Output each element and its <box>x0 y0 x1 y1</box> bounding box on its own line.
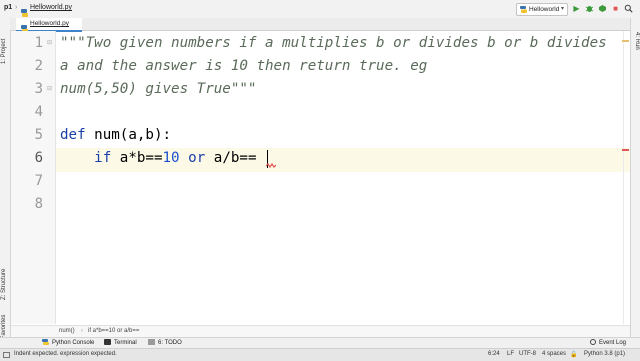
run-icon[interactable]: ▶ <box>572 4 581 13</box>
nav-file[interactable]: Helloworld.py <box>30 4 72 11</box>
breadcrumb-function[interactable]: num() <box>59 328 75 334</box>
breadcrumb-separator: › <box>81 328 83 334</box>
toggle-tool-windows-icon[interactable] <box>3 352 10 358</box>
python-file-icon <box>21 4 28 17</box>
line-number: 8 <box>34 196 43 212</box>
stop-icon[interactable]: ■ <box>611 4 620 13</box>
structure-tool-tab[interactable]: Z: Structure <box>1 269 7 300</box>
project-tool-tab[interactable]: 1: Project <box>1 39 7 64</box>
python-file-icon <box>21 20 28 33</box>
debug-icon[interactable] <box>585 4 594 13</box>
warning-stripe[interactable] <box>622 40 629 42</box>
line-number: 1 <box>34 35 43 51</box>
line-number: 3 <box>34 81 43 97</box>
error-underline <box>266 163 276 169</box>
code-line-2: a and the answer is 10 then return true.… <box>60 58 428 74</box>
python-interpreter[interactable]: Python 3.8 (p1) <box>584 351 625 357</box>
code-line-6: if a*b==10 or a/b== <box>94 150 257 166</box>
status-bar: Indent expected. expression expected. 6:… <box>0 348 640 361</box>
line-number: 7 <box>34 173 43 189</box>
event-log-button[interactable]: Event Log <box>590 339 626 346</box>
event-log-icon <box>590 339 596 345</box>
run-tool-tab[interactable]: 4: Run <box>634 32 640 50</box>
caret-position[interactable]: 6:24 <box>488 351 500 357</box>
file-encoding[interactable]: UTF-8 <box>519 351 536 357</box>
run-config-label: Helloworld <box>529 5 560 13</box>
run-configuration-dropdown[interactable]: Helloworld ▾ <box>516 3 568 16</box>
status-message: Indent expected. expression expected. <box>14 351 117 357</box>
tab-label: Helloworld.py <box>30 20 70 27</box>
fold-icon[interactable]: ⊟ <box>47 85 52 92</box>
terminal-button[interactable]: Terminal <box>104 339 137 346</box>
editor-tab-bar: Helloworld.py <box>10 18 630 33</box>
navigation-bar: p1 › Helloworld.py Helloworld ▾ ▶ ■ <box>0 0 640 19</box>
code-line-1: """Two given numbers if a multiplies b o… <box>60 35 607 51</box>
right-tool-strip: 4: Run <box>630 18 640 340</box>
python-console-button[interactable]: Python Console <box>42 339 94 346</box>
indent-setting[interactable]: 4 spaces <box>542 351 566 357</box>
line-number-current: 6 <box>34 150 43 166</box>
line-number-gutter[interactable]: 1 2 3 4 5 6 7 8 ⊟ ⊟ <box>11 31 55 324</box>
line-number: 2 <box>34 58 43 74</box>
fold-icon[interactable]: ⊟ <box>47 39 52 46</box>
right-margin-guide <box>623 31 624 324</box>
breadcrumb: num() › if a*b==10 or a/b== <box>11 325 630 337</box>
line-separator[interactable]: LF <box>507 351 514 357</box>
list-icon <box>148 339 155 345</box>
python-console-icon <box>42 339 49 345</box>
code-editor[interactable]: """Two given numbers if a multiplies b o… <box>56 31 623 324</box>
left-tool-strip: 1: Project Z: Structure 2: Favorites <box>0 18 11 346</box>
error-stripe[interactable] <box>622 149 629 151</box>
code-line-3: num(5,50) gives True""" <box>60 81 257 97</box>
nav-separator: › <box>15 4 18 11</box>
breadcrumb-statement[interactable]: if a*b==10 or a/b== <box>88 328 139 334</box>
terminal-icon <box>104 339 111 345</box>
todo-button[interactable]: 6: TODO <box>148 339 182 346</box>
coverage-icon[interactable] <box>598 4 607 13</box>
tab-helloworld[interactable]: Helloworld.py <box>16 18 82 33</box>
line-number: 4 <box>34 104 43 120</box>
lock-icon[interactable]: 🔓 <box>570 351 577 358</box>
python-config-icon <box>520 6 527 13</box>
code-line-5: def num(a,b): <box>60 127 172 143</box>
search-icon[interactable] <box>624 4 633 13</box>
line-number: 5 <box>34 127 43 143</box>
nav-project[interactable]: p1 <box>4 4 12 11</box>
chevron-down-icon: ▾ <box>560 6 564 12</box>
